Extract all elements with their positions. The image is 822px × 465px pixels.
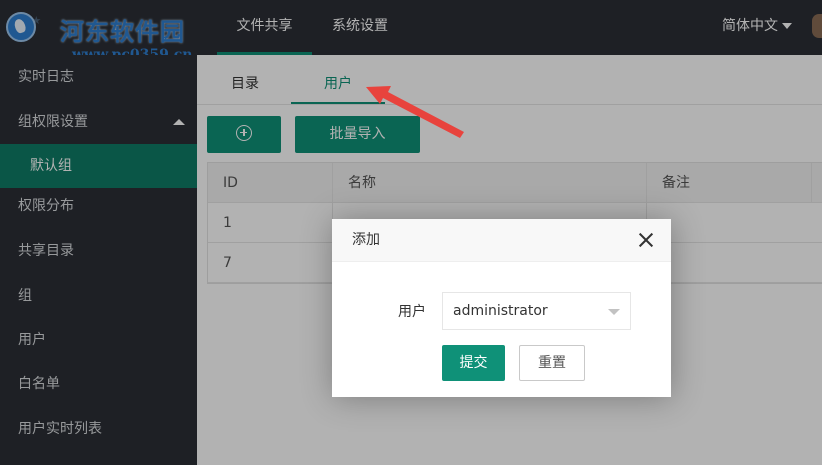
dialog-title: 添加 bbox=[352, 232, 380, 248]
submit-button[interactable]: 提交 bbox=[442, 345, 505, 381]
dialog-header: 添加 bbox=[332, 219, 671, 262]
user-select-value: administrator bbox=[453, 303, 548, 319]
close-icon[interactable] bbox=[639, 233, 653, 247]
user-field-label: 用户 bbox=[398, 304, 426, 320]
reset-button[interactable]: 重置 bbox=[519, 345, 585, 381]
user-select[interactable]: administrator bbox=[442, 292, 631, 330]
chevron-down-icon bbox=[608, 309, 620, 315]
add-dialog: 添加 用户 administrator 提交 重置 bbox=[332, 219, 671, 397]
